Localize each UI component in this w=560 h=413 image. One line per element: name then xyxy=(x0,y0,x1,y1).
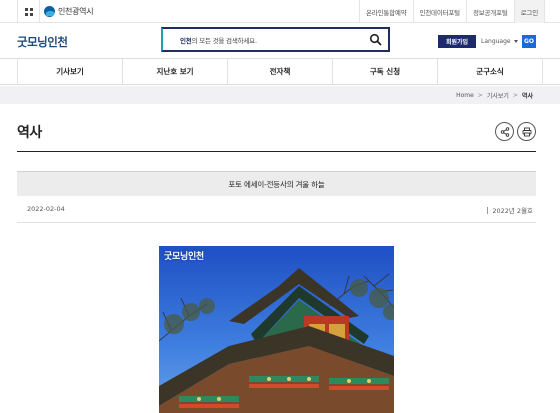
all-menu-grid-icon[interactable] xyxy=(17,0,40,23)
article-title: 포토 에세이-전등사의 겨울 하늘 xyxy=(17,171,536,196)
online-reservation-link[interactable]: 온라인통합예약 xyxy=(359,0,412,23)
article-issue-label: 2022년 2월호 xyxy=(492,207,533,215)
city-name: 인천광역시 xyxy=(58,7,94,16)
meta-divider xyxy=(17,222,536,223)
top-utility-bar: 인천광역시 온라인통합예약 인천데이터포털 정보공개포털 로그인 xyxy=(0,0,560,23)
title-divider xyxy=(17,151,536,152)
incheon-data-portal-link[interactable]: 인천데이터포털 xyxy=(412,0,466,23)
search-input[interactable]: 인천의 모든 것을 검색하세요. xyxy=(161,27,390,52)
breadcrumb: Home > 기사보기 > 역사 xyxy=(456,91,533,100)
breadcrumb-home[interactable]: Home xyxy=(456,92,474,99)
city-emblem-icon xyxy=(44,6,55,17)
temple-roof-photo xyxy=(159,246,394,413)
main-navigation: 기사보기 지난호 보기 전자책 구독 신청 군구소식 xyxy=(0,58,560,85)
nav-item-subscribe[interactable]: 구독 신청 xyxy=(332,59,437,84)
site-logo[interactable]: 굿모닝인천 xyxy=(17,34,68,50)
breadcrumb-separator: > xyxy=(512,92,518,99)
join-button[interactable]: 회원가입 xyxy=(438,35,476,48)
page-title: 역사 xyxy=(17,125,42,141)
article-issue: 2022년 2월호 xyxy=(487,205,533,215)
share-button[interactable] xyxy=(495,122,514,141)
photo-overlay-logo: 굿모닝인천 xyxy=(164,252,204,262)
language-go-button[interactable]: GO xyxy=(522,35,536,48)
incheon-city-logo[interactable]: 인천광역시 xyxy=(44,5,94,18)
nav-item-articles[interactable]: 기사보기 xyxy=(17,59,122,84)
language-label: Language xyxy=(481,38,511,45)
nav-item-past-issues[interactable]: 지난호 보기 xyxy=(122,59,227,84)
login-link[interactable]: 로그인 xyxy=(513,0,545,23)
breadcrumb-separator: > xyxy=(477,92,483,99)
breadcrumb-section[interactable]: 기사보기 xyxy=(487,91,509,100)
print-button[interactable] xyxy=(517,122,536,141)
site-header: 굿모닝인천 인천의 모든 것을 검색하세요. 회원가입 Language GO xyxy=(0,24,560,58)
breadcrumb-bar: Home > 기사보기 > 역사 xyxy=(0,86,560,104)
search-placeholder: 인천의 모든 것을 검색하세요. xyxy=(180,37,257,45)
utility-links: 온라인통합예약 인천데이터포털 정보공개포털 로그인 xyxy=(359,0,545,23)
chevron-down-icon xyxy=(513,40,518,43)
language-select[interactable]: Language xyxy=(481,35,518,48)
info-disclosure-portal-link[interactable]: 정보공개포털 xyxy=(465,0,514,23)
share-icon xyxy=(500,126,509,137)
breadcrumb-current: 역사 xyxy=(521,93,533,100)
issue-divider xyxy=(487,206,489,214)
nav-item-district-news[interactable]: 군구소식 xyxy=(437,59,543,84)
article-date: 2022-02-04 xyxy=(27,205,65,213)
article-photo: 굿모닝인천 xyxy=(159,246,394,413)
search-icon[interactable] xyxy=(369,33,382,46)
nav-item-ebook[interactable]: 전자책 xyxy=(227,59,332,84)
print-icon xyxy=(522,127,531,136)
